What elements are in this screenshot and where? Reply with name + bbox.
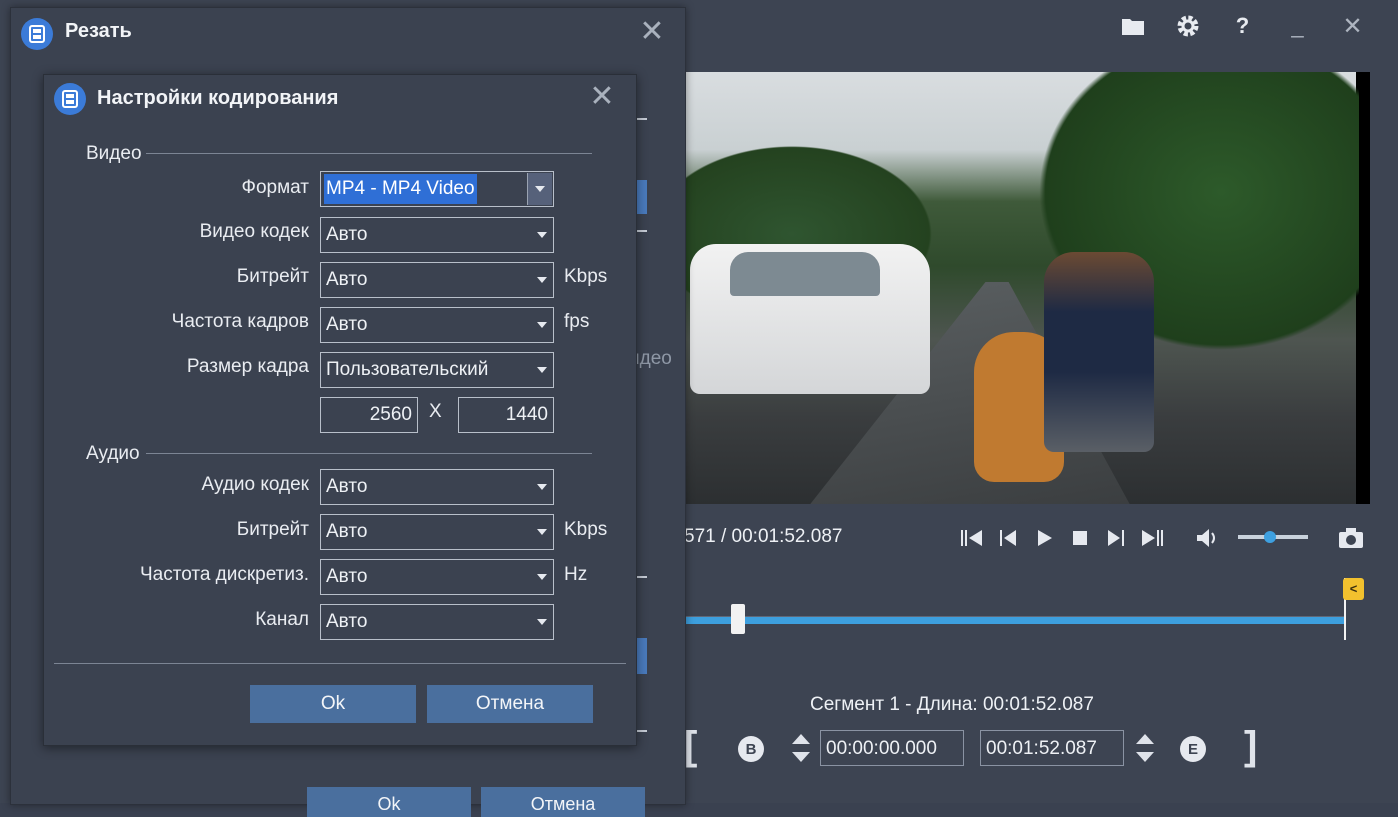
chevron-down-icon [537,277,547,283]
timeline-position-handle[interactable] [731,604,745,634]
chevron-down-icon [537,367,547,373]
cut-dialog-title: Резать [65,20,132,42]
audio-codec-label: Аудио кодек [201,474,309,495]
end-time-spinner[interactable] [1134,730,1156,766]
cancel-button[interactable]: Отмена [427,685,593,723]
frame-size-separator: X [429,401,442,422]
audio-codec-value: Авто [326,476,368,497]
encoding-dialog-title: Настройки кодирования [97,87,339,109]
framerate-value: Авто [326,314,368,335]
start-time-spinner[interactable] [790,730,812,766]
timeline-end-marker[interactable]: < [1343,578,1364,600]
video-bitrate-unit: Kbps [564,266,608,287]
encoding-settings-dialog: Настройки кодирования ✕ Видео Формат MP4… [43,74,637,746]
video-codec-value: Авто [326,224,368,245]
format-select[interactable]: MP4 - MP4 Video [320,171,554,207]
volume-slider-knob[interactable] [1264,531,1276,543]
framesize-select[interactable]: Пользовательский [320,352,554,388]
channel-label: Канал [255,609,309,630]
volume-icon[interactable] [1194,524,1222,552]
play-icon[interactable] [1030,524,1058,552]
format-label: Формат [241,177,310,198]
chevron-down-icon [537,322,547,328]
ok-button[interactable]: Ok [250,685,416,723]
encoding-dialog-close-button[interactable]: ✕ [587,82,617,113]
film-icon [54,83,86,115]
format-value: MP4 - MP4 Video [324,174,477,204]
chevron-down-icon [537,574,547,580]
channel-select[interactable]: Авто [320,604,554,640]
audio-bitrate-unit: Kbps [564,519,608,540]
frame-width-input[interactable]: 2560 [320,397,418,433]
chevron-down-icon [537,232,547,238]
chevron-down-icon [537,619,547,625]
chevron-down-icon [535,186,545,192]
close-button[interactable]: ✕ [1325,8,1380,44]
audio-bitrate-select[interactable]: Авто [320,514,554,550]
audio-codec-select[interactable]: Авто [320,469,554,505]
next-frame-icon[interactable] [1102,524,1130,552]
channel-value: Авто [326,611,368,632]
video-bitrate-value: Авто [326,269,368,290]
video-codec-select[interactable]: Авто [320,217,554,253]
samplerate-unit: Hz [564,564,588,585]
gear-icon[interactable] [1160,8,1215,44]
set-end-bracket-button[interactable]: ] [1244,726,1257,766]
video-bitrate-label: Битрейт [236,266,309,287]
end-time-input[interactable]: 00:01:52.087 [980,730,1124,766]
start-time-input[interactable]: 00:00:00.000 [820,730,964,766]
audio-bitrate-value: Авто [326,521,368,542]
video-codec-label: Видео кодек [199,221,309,242]
stop-icon[interactable] [1066,524,1094,552]
video-preview[interactable] [684,72,1370,504]
prev-frame-icon[interactable] [994,524,1022,552]
app-toolbar: ? _ ✕ [1105,8,1380,44]
video-frame-image [684,72,1359,504]
video-bitrate-select[interactable]: Авто [320,262,554,298]
framerate-unit: fps [564,311,590,332]
audio-section-title: Аудио [86,443,140,464]
frame-height-input[interactable]: 1440 [458,397,554,433]
samplerate-select[interactable]: Авто [320,559,554,595]
chevron-down-icon [537,529,547,535]
folder-icon[interactable] [1105,8,1160,44]
segment-length-label: Сегмент 1 - Длина: 00:01:52.087 [810,694,1094,715]
framesize-label: Размер кадра [186,356,309,377]
section-divider [146,153,592,154]
player-controls [958,524,1222,552]
timeline-track[interactable] [684,616,1346,624]
cut-cancel-button[interactable]: Отмена [481,787,645,817]
help-button[interactable]: ? [1215,8,1270,44]
skip-forward-icon[interactable] [1138,524,1166,552]
time-readout: 571 / 00:01:52.087 [684,526,843,547]
framerate-label: Частота кадров [171,311,309,332]
minimize-button[interactable]: _ [1270,8,1325,44]
camera-icon[interactable] [1336,524,1366,552]
film-icon [21,18,53,50]
audio-bitrate-label: Битрейт [236,519,309,540]
go-to-begin-button[interactable]: B [738,736,764,762]
framesize-value: Пользовательский [326,359,489,380]
framerate-select[interactable]: Авто [320,307,554,343]
segment-controls: [ B 00:00:00.000 00:01:52.087 E ] [680,726,1280,770]
cut-dialog-close-button[interactable]: ✕ [637,17,667,48]
samplerate-value: Авто [326,566,368,587]
dialog-divider [54,663,626,664]
skip-back-icon[interactable] [958,524,986,552]
samplerate-label: Частота дискретиз. [139,564,309,585]
cut-ok-button[interactable]: Ok [307,787,471,817]
video-section-title: Видео [86,143,142,164]
chevron-down-icon [537,484,547,490]
section-divider [146,453,592,454]
go-to-end-button[interactable]: E [1180,736,1206,762]
